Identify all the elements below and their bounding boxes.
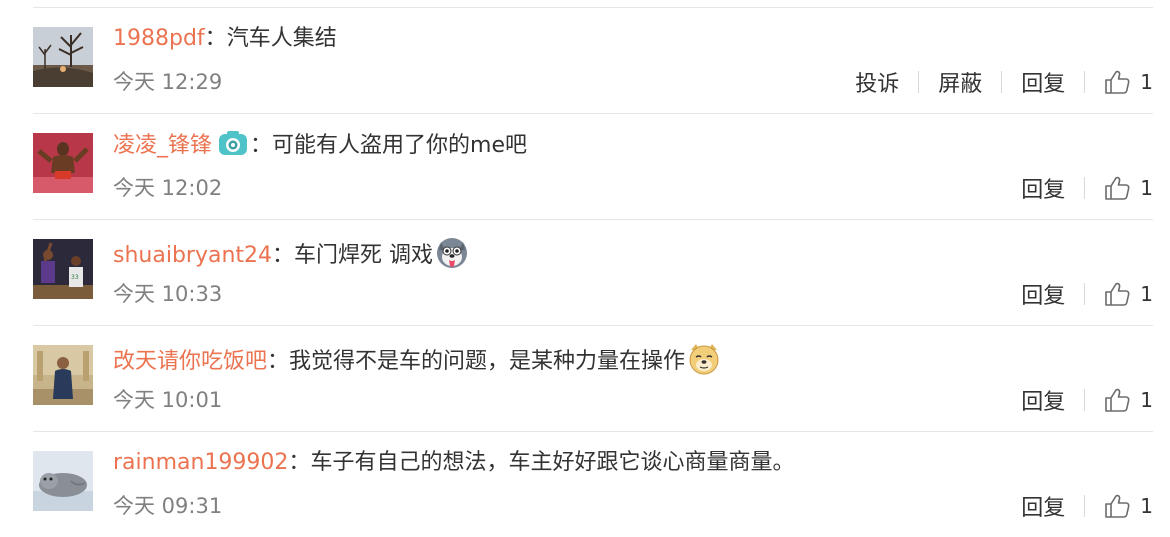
comment-text: 汽车人集结	[226, 26, 337, 51]
comment-text: 我觉得不是车的问题，是某种力量在操作	[289, 349, 686, 374]
comment-time: 今天 10:01	[113, 388, 223, 412]
like-count: 1	[1140, 282, 1153, 306]
like-button[interactable]: 1	[1104, 176, 1153, 200]
like-count: 1	[1140, 176, 1153, 200]
avatar[interactable]	[33, 451, 93, 511]
reply-button[interactable]: 回复	[1021, 384, 1065, 416]
thumbs-up-icon	[1105, 494, 1130, 518]
divider	[1001, 71, 1003, 93]
comment-text: 可能有人盗用了你的me吧	[272, 133, 527, 158]
like-button[interactable]: 1	[1104, 282, 1153, 306]
husky-tongue-emoji-icon	[435, 236, 469, 279]
like-count: 1	[1140, 388, 1153, 412]
like-button[interactable]: 1	[1104, 388, 1153, 412]
thumbs-up-icon	[1105, 282, 1130, 306]
divider	[1084, 177, 1086, 199]
like-count: 1	[1140, 494, 1153, 518]
colon: ：	[288, 450, 311, 475]
username-link[interactable]: 凌凌_锋锋	[113, 133, 212, 158]
avatar[interactable]	[33, 345, 93, 405]
username-link[interactable]: shuaibryant24	[113, 243, 272, 268]
colon: ：	[272, 243, 295, 268]
camera-badge-icon	[218, 130, 248, 165]
avatar[interactable]	[33, 133, 93, 193]
like-count: 1	[1140, 70, 1153, 94]
username-link[interactable]: rainman199902	[113, 450, 288, 475]
divider	[1084, 389, 1086, 411]
reply-button[interactable]: 回复	[1021, 172, 1065, 204]
colon: ：	[267, 349, 290, 374]
like-button[interactable]: 1	[1104, 494, 1153, 518]
doge-emoji-icon	[687, 342, 721, 385]
divider	[1084, 283, 1086, 305]
comment-time: 今天 12:29	[113, 70, 223, 94]
colon: ：	[204, 26, 227, 51]
report-button[interactable]: 投诉	[855, 66, 899, 98]
avatar[interactable]: 33	[33, 239, 93, 299]
like-button[interactable]: 1	[1104, 70, 1153, 94]
divider	[918, 71, 920, 93]
reply-button[interactable]: 回复	[1021, 490, 1065, 522]
comment-item: 凌凌_锋锋 ：可能有人盗用了你的me吧 今天 12:02 回复 1	[33, 113, 1153, 219]
svg-text:33: 33	[71, 274, 79, 281]
comment-item: 改天请你吃饭吧：我觉得不是车的问题，是某种力量在操作 今天 10:01 回复 1	[33, 325, 1153, 431]
username-link[interactable]: 1988pdf	[113, 26, 205, 51]
colon: ：	[250, 133, 273, 158]
comment-text: 车门焊死 调戏	[294, 243, 434, 268]
comment-time: 今天 12:02	[113, 176, 223, 200]
username-link[interactable]: 改天请你吃饭吧	[113, 349, 267, 374]
divider	[1084, 71, 1086, 93]
comment-item: 33 shuaibryant24：车门焊死 调戏 今天 10:33 回复 1	[33, 219, 1153, 325]
comment-time: 今天 09:31	[113, 494, 223, 518]
divider	[1084, 495, 1086, 517]
thumbs-up-icon	[1105, 176, 1130, 200]
reply-button[interactable]: 回复	[1021, 278, 1065, 310]
block-button[interactable]: 屏蔽	[938, 66, 982, 98]
thumbs-up-icon	[1105, 388, 1130, 412]
reply-button[interactable]: 回复	[1021, 66, 1065, 98]
comment-item: rainman199902：车子有自己的想法，车主好好跟它谈心商量商量。 今天 …	[33, 431, 1153, 537]
thumbs-up-icon	[1105, 70, 1130, 94]
comment-time: 今天 10:33	[113, 282, 223, 306]
avatar[interactable]	[33, 27, 93, 87]
comment-text: 车子有自己的想法，车主好好跟它谈心商量商量。	[310, 450, 795, 475]
comment-item: 1988pdf：汽车人集结 今天 12:29 投诉 屏蔽 回复 1	[33, 7, 1153, 113]
